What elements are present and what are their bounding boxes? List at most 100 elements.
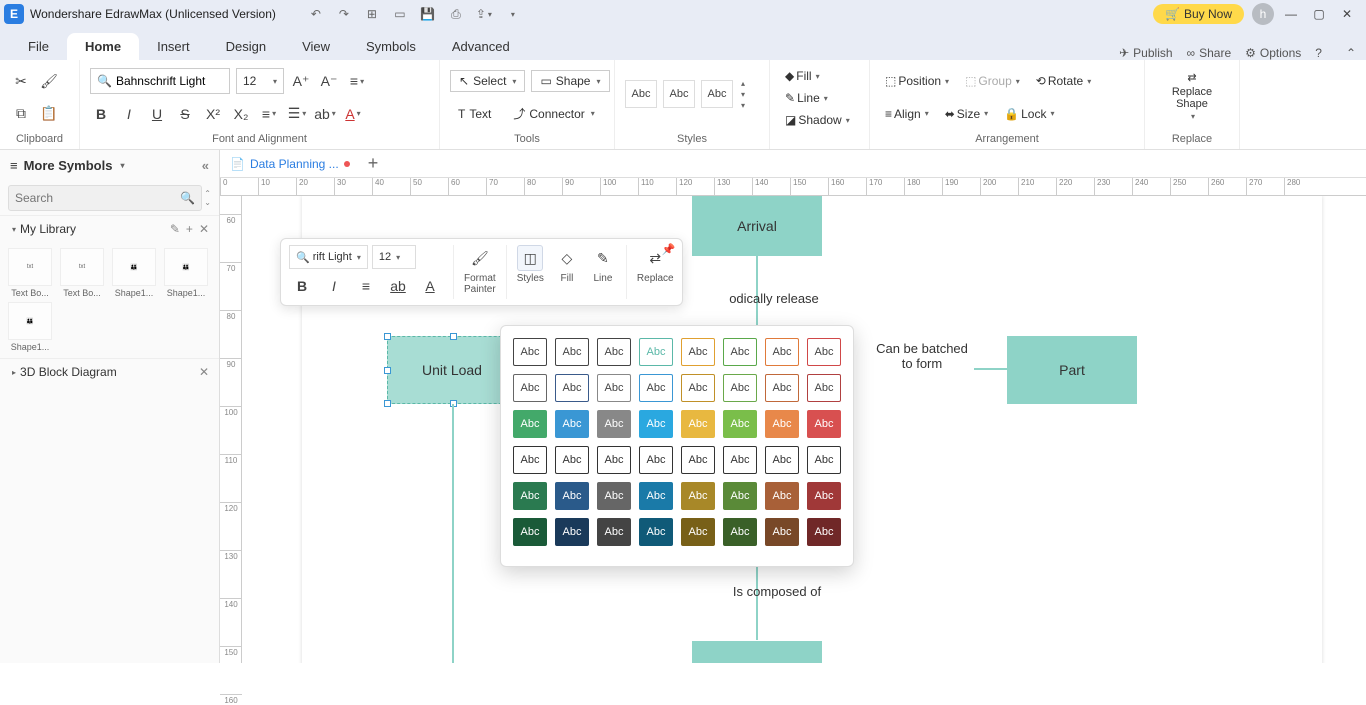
help-icon[interactable]: ? [1315,46,1322,60]
options-button[interactable]: ⚙Options [1245,46,1301,60]
style-swatch[interactable]: Abc [597,410,631,438]
more-icon[interactable]: ▾ [502,4,522,24]
line-spacing-icon[interactable]: ≡▾ [258,103,280,125]
add-lib-icon[interactable]: + [186,222,193,236]
save-icon[interactable]: 💾 [418,4,438,24]
style-swatch[interactable]: Abc [555,374,589,402]
new-icon[interactable]: ⊞ [362,4,382,24]
style-swatch[interactable]: Abc [723,518,757,546]
style-swatch[interactable]: Abc [723,482,757,510]
node-unit-load[interactable]: Unit Load [387,336,517,404]
collapse-sidebar-icon[interactable]: « [202,158,209,173]
library-shape[interactable]: txtText Bo... [58,248,106,298]
ctx-format-painter[interactable]: 🖌Format Painter [464,245,496,295]
font-size-input[interactable]: 12▾ [236,68,284,94]
format-painter-icon[interactable]: 🖌 [38,70,60,92]
style-swatch[interactable]: Abc [807,482,841,510]
style-swatch[interactable]: Abc [681,338,715,366]
style-swatch[interactable]: Abc [639,446,673,474]
replace-shape-button[interactable]: ⇄ Replace Shape ▾ [1155,66,1229,126]
print-icon[interactable]: ⎙ [446,4,466,24]
library-shape[interactable]: 👪Shape1... [110,248,158,298]
style-swatch[interactable]: Abc [513,338,547,366]
search-up-icon[interactable]: ⌃ [204,189,211,198]
style-swatch[interactable]: Abc [513,518,547,546]
style-swatch[interactable]: Abc [597,374,631,402]
style-swatch[interactable]: Abc [513,374,547,402]
menu-file[interactable]: File [10,33,67,60]
menu-insert[interactable]: Insert [139,33,208,60]
library-shape[interactable]: 👪Shape1... [6,302,54,352]
style-swatch[interactable]: Abc [639,374,673,402]
style-swatch[interactable]: Abc [807,446,841,474]
menu-design[interactable]: Design [208,33,284,60]
my-library-section[interactable]: ▾My Library ✎+✕ [0,215,219,242]
node-bottom[interactable] [692,641,822,663]
3d-block-section[interactable]: ▸3D Block Diagram ✕ [0,358,219,385]
menu-advanced[interactable]: Advanced [434,33,528,60]
style-swatch[interactable]: Abc [723,338,757,366]
lock-button[interactable]: 🔒 Lock▾ [999,104,1059,124]
superscript-icon[interactable]: X² [202,103,224,125]
style-swatch[interactable]: Abc [597,446,631,474]
style-swatch[interactable]: Abc [513,446,547,474]
style-swatch[interactable]: Abc [807,374,841,402]
subscript-icon[interactable]: X₂ [230,103,252,125]
style-swatch[interactable]: Abc [639,482,673,510]
styles-up-icon[interactable]: ▴ [741,79,745,88]
align-icon[interactable]: ≡▾ [346,70,368,92]
menu-symbols[interactable]: Symbols [348,33,434,60]
style-swatch[interactable]: Abc [765,482,799,510]
style-swatch[interactable]: Abc [681,518,715,546]
styles-more-icon[interactable]: ▾ [741,101,745,110]
style-swatch[interactable]: Abc [681,482,715,510]
tab-data-planning[interactable]: 📄 Data Planning ... [230,157,350,171]
style-swatch[interactable]: Abc [513,410,547,438]
style-swatch[interactable]: Abc [681,374,715,402]
style-swatch[interactable]: Abc [723,410,757,438]
library-shape[interactable]: txtText Bo... [6,248,54,298]
symbol-search-input[interactable]: 🔍 [8,185,202,211]
minimize-icon[interactable]: — [1284,7,1298,21]
style-swatch[interactable]: Abc [597,338,631,366]
shape-tool[interactable]: ▭ Shape▾ [531,70,609,92]
fill-button[interactable]: ◆ Fill▾ [780,66,825,86]
maximize-icon[interactable]: ▢ [1312,7,1326,21]
style-swatch[interactable]: Abc [555,482,589,510]
shadow-button[interactable]: ◪ Shadow▾ [780,110,855,130]
font-color-icon[interactable]: A▾ [342,103,364,125]
style-preset[interactable]: Abc [701,80,733,108]
style-swatch[interactable]: Abc [807,338,841,366]
select-tool[interactable]: ↖ Select▾ [450,70,525,92]
style-swatch[interactable]: Abc [555,410,589,438]
style-swatch[interactable]: Abc [597,518,631,546]
search-down-icon[interactable]: ⌄ [204,198,211,207]
publish-button[interactable]: ✈Publish [1119,46,1172,60]
menu-view[interactable]: View [284,33,348,60]
ctx-bold-icon[interactable]: B [289,273,315,299]
style-swatch[interactable]: Abc [639,518,673,546]
avatar[interactable]: h [1252,3,1274,25]
text-tool[interactable]: T Text [450,104,499,124]
cut-icon[interactable]: ✂ [10,70,32,92]
ctx-fill[interactable]: ◇Fill [554,245,580,284]
style-swatch[interactable]: Abc [765,374,799,402]
export-icon[interactable]: ⇪▾ [474,4,494,24]
add-tab-button[interactable]: + [368,153,379,174]
close-section-icon[interactable]: ✕ [199,365,209,379]
style-swatch[interactable]: Abc [639,410,673,438]
style-swatch[interactable]: Abc [765,410,799,438]
style-swatch[interactable]: Abc [765,446,799,474]
style-swatch[interactable]: Abc [513,482,547,510]
style-swatch[interactable]: Abc [765,338,799,366]
style-preset[interactable]: Abc [625,80,657,108]
line-button[interactable]: ✎ Line▾ [780,88,833,108]
ctx-styles[interactable]: ◫Styles [517,245,544,284]
ctx-align-icon[interactable]: ≡ [353,273,379,299]
style-swatch[interactable]: Abc [807,410,841,438]
highlight-icon[interactable]: ab▾ [314,103,336,125]
buy-now-button[interactable]: 🛒 Buy Now [1153,4,1244,24]
more-symbols-label[interactable]: More Symbols [24,158,113,173]
style-swatch[interactable]: Abc [555,518,589,546]
bold-icon[interactable]: B [90,103,112,125]
